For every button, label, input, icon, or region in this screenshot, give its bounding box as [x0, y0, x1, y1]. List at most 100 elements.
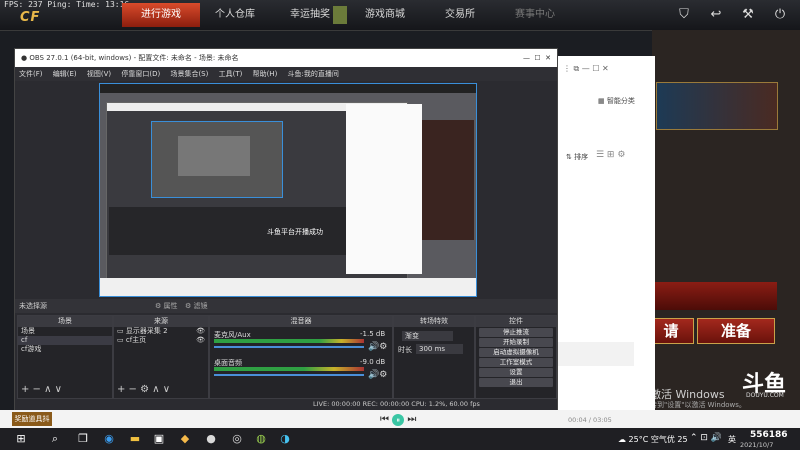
obs-preview[interactable]: 斗鱼平台开播成功	[99, 83, 477, 297]
ime-indicator[interactable]: 英	[728, 434, 736, 445]
nested-game-right	[422, 120, 474, 240]
obs-window: ● OBS 27.0.1 (64-bit, windows) - 配置文件: 未…	[14, 48, 558, 412]
obs-taskbar-icon[interactable]: ◎	[230, 432, 244, 446]
eye-icon[interactable]: 👁	[196, 327, 205, 336]
source-label: 显示器采集 2	[125, 327, 168, 335]
duration-label: 时长	[398, 346, 412, 354]
tab-label: 交易所	[445, 9, 475, 20]
volume-slider[interactable]	[214, 346, 364, 348]
source-item[interactable]: ▭ 显示器采集 2 👁	[114, 327, 208, 336]
volume-slider[interactable]	[214, 374, 364, 376]
tray-icons[interactable]: ⌃ ⊡ 🔊	[690, 433, 722, 443]
folder-icon[interactable]: ▬	[128, 432, 142, 446]
scene-item[interactable]: cf游戏	[18, 345, 112, 354]
audio-meter	[214, 367, 364, 371]
obs-window-title: OBS 27.0.1 (64-bit, windows) - 配置文件: 未命名…	[29, 54, 239, 62]
menu-scene-collection[interactable]: 场景集合(S)	[166, 67, 212, 81]
lottery-icon	[333, 6, 347, 24]
search-icon[interactable]: ⌕	[48, 432, 62, 446]
app-icon[interactable]: ◍	[254, 432, 268, 446]
mixer-dock: 混音器 麦克风/Aux -1.5 dB 🔊⚙ 桌面音频 -9.0 dB 🔊⚙	[209, 315, 393, 399]
menu-help[interactable]: 帮助(H)	[249, 67, 282, 81]
stop-streaming-button[interactable]: 停止推流	[479, 328, 553, 337]
menu-docks[interactable]: 停靠窗口(D)	[117, 67, 164, 81]
scene-item[interactable]: cf	[18, 336, 112, 345]
start-icon[interactable]: ⊞	[14, 432, 28, 446]
transition-select[interactable]: 渐变	[402, 331, 453, 341]
smart-category-label: 智能分类	[606, 97, 635, 105]
controls-dock-title: 控件	[476, 316, 556, 327]
scene-list-buttons[interactable]: + − ∧ ∨	[21, 384, 62, 395]
filters-button[interactable]: ⚙ 滤镜	[185, 301, 208, 311]
obs-app-icon: ●	[21, 54, 28, 62]
mixer-channel-db: -9.0 dB	[360, 358, 386, 366]
speaker-icon[interactable]: 🔊⚙	[368, 342, 387, 352]
menu-douyu[interactable]: 斗鱼:我的直播间	[284, 67, 343, 81]
transitions-dock: 转场特效 渐变 时长 300 ms	[393, 315, 475, 399]
tab-lottery[interactable]: 幸运抽奖	[280, 3, 340, 27]
fps-readout: FPS: 237 Ping: Time: 13:16	[4, 0, 130, 9]
eye-icon[interactable]: 👁	[196, 336, 205, 345]
menu-tools[interactable]: 工具(T)	[215, 67, 247, 81]
obs-status-text: LIVE: 00:00:00 REC: 00:00:00 CPU: 1.2%, …	[313, 400, 480, 408]
obs-menu-bar: 文件(F) 编辑(E) 视图(V) 停靠窗口(D) 场景集合(S) 工具(T) …	[15, 67, 557, 81]
scenes-dock: 场景 场景 cf cf游戏 + − ∧ ∨	[17, 315, 113, 399]
activate-windows-hint: 转到"设置"以激活 Windows。	[650, 401, 746, 409]
scene-item[interactable]: 场景	[18, 327, 112, 336]
start-recording-button[interactable]: 开始录制	[479, 338, 553, 347]
view-toggle-icons[interactable]: ☰ ⊞ ⚙	[596, 150, 625, 160]
exit-button[interactable]: 退出	[479, 378, 553, 387]
shield-icon[interactable]: ⛉	[674, 5, 694, 25]
browser-panel	[556, 342, 634, 366]
duration-input[interactable]: 300 ms	[416, 344, 463, 354]
tab-label: 个人仓库	[215, 9, 255, 20]
audio-meter	[214, 339, 364, 343]
menu-view[interactable]: 视图(V)	[83, 67, 115, 81]
source-item[interactable]: ▭ cf主页 👁	[114, 336, 208, 345]
douyu-site: DOUYU.COM	[746, 392, 784, 399]
tab-play[interactable]: 进行游戏	[122, 3, 200, 27]
studio-mode-button[interactable]: 工作室模式	[479, 358, 553, 367]
ready-button[interactable]: 准备	[697, 318, 775, 344]
sort-button[interactable]: ⇅ 排序	[566, 152, 588, 162]
tab-inventory[interactable]: 个人仓库	[205, 3, 265, 27]
source-list-buttons[interactable]: + − ⚙ ∧ ∨	[117, 384, 170, 395]
nested-taskbar	[100, 278, 476, 296]
app-icon[interactable]: ◑	[278, 432, 292, 446]
weather-text: 25°C 空气优 25	[628, 435, 688, 444]
menu-edit[interactable]: 编辑(E)	[49, 67, 81, 81]
transitions-dock-title: 转场特效	[394, 316, 474, 327]
obs-window-controls[interactable]: — ☐ ✕	[523, 49, 551, 67]
speaker-icon[interactable]: 🔊⚙	[368, 370, 387, 380]
properties-label: 属性	[163, 302, 178, 310]
character-banner	[656, 82, 778, 130]
power-icon[interactable]: ⏻	[770, 5, 790, 25]
sources-dock: 来源 ▭ 显示器采集 2 👁 ▭ cf主页 👁 + − ⚙ ∧ ∨	[113, 315, 209, 399]
task-view-icon[interactable]: ❐	[76, 432, 90, 446]
game-icon[interactable]: ◆	[178, 432, 192, 446]
store-icon[interactable]: ▣	[152, 432, 166, 446]
tab-label: 进行游戏	[141, 9, 181, 20]
tab-trade[interactable]: 交易所	[430, 3, 490, 27]
mixer-dock-title: 混音器	[210, 316, 392, 327]
tab-events[interactable]: 赛事中心	[505, 3, 565, 27]
smart-category-button[interactable]: ▦ 智能分类	[598, 96, 635, 106]
tool-icon[interactable]: ⚒	[738, 5, 758, 25]
app-icon[interactable]: ●	[204, 432, 218, 446]
edge-icon[interactable]: ◉	[102, 432, 116, 446]
controls-dock: 控件 停止推流 开始录制 启动虚拟摄像机 工作室模式 设置 退出	[475, 315, 557, 399]
scenes-dock-title: 场景	[18, 316, 112, 327]
back-icon[interactable]: ↩	[706, 5, 726, 25]
character-banner-bottom	[652, 282, 777, 310]
douyu-room-id: 556186	[750, 430, 788, 440]
nested-notice: 斗鱼平台开播成功	[267, 228, 323, 236]
playback-controls[interactable]: ⏮ ⏸ ⏭	[380, 414, 416, 426]
nested-preview	[151, 121, 283, 198]
virtual-camera-button[interactable]: 启动虚拟摄像机	[479, 348, 553, 357]
properties-button[interactable]: ⚙ 属性	[155, 301, 178, 311]
settings-button[interactable]: 设置	[479, 368, 553, 377]
menu-file[interactable]: 文件(F)	[15, 67, 47, 81]
weather-widget[interactable]: ☁ 25°C 空气优 25	[618, 434, 688, 445]
tab-mall[interactable]: 游戏商城	[355, 3, 415, 27]
tab-label: 赛事中心	[515, 9, 555, 20]
